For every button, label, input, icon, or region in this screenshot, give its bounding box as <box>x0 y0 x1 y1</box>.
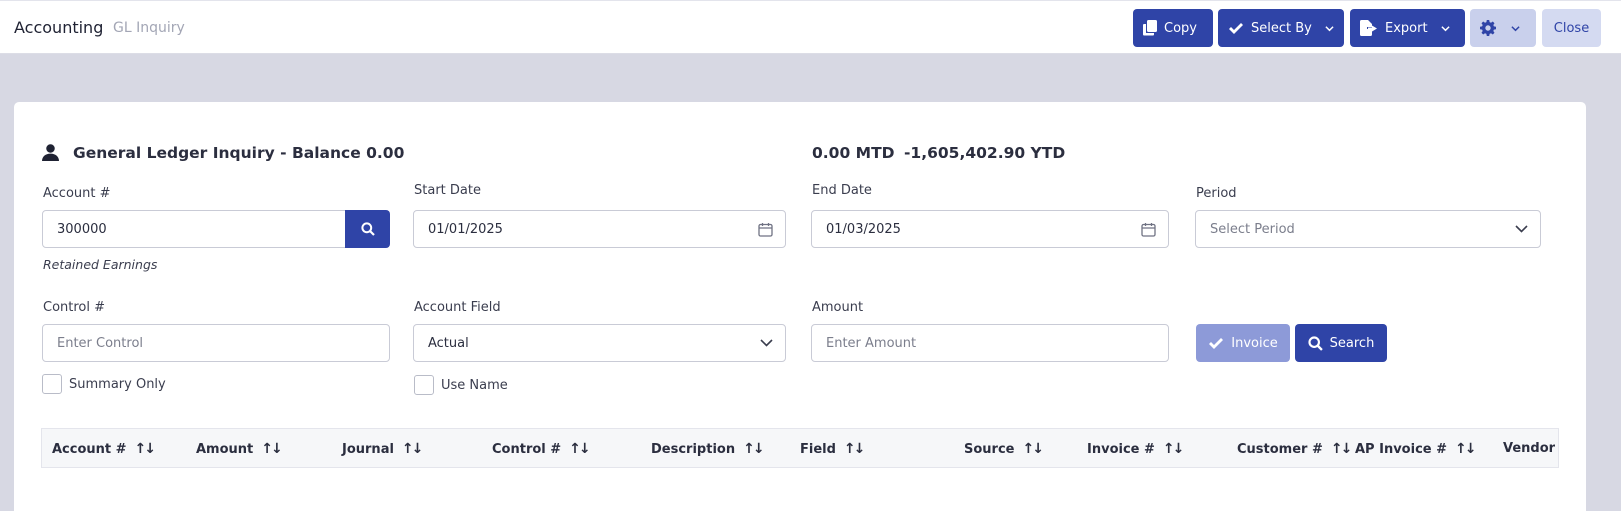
column-header-journal[interactable]: Journal ↑↓ <box>342 441 424 457</box>
amount-placeholder: Enter Amount <box>826 335 917 351</box>
column-header-amount[interactable]: Amount ↑↓ <box>196 441 283 457</box>
invoice-button[interactable]: Invoice <box>1196 324 1290 362</box>
sort-icon[interactable]: ↑↓ <box>743 441 765 457</box>
sort-icon[interactable]: ↑↓ <box>402 441 424 457</box>
search-icon <box>360 222 375 236</box>
sort-icon[interactable]: ↑↓ <box>1163 441 1185 457</box>
mtd-total: 0.00 MTD <box>812 144 895 162</box>
account-input[interactable]: 300000 <box>42 210 346 248</box>
period-placeholder: Select Period <box>1210 221 1295 237</box>
period-label: Period <box>1196 186 1237 201</box>
breadcrumb[interactable]: GL Inquiry <box>113 20 185 36</box>
period-select[interactable]: Select Period <box>1195 210 1541 248</box>
end-date-value: 01/03/2025 <box>826 221 901 237</box>
export-button[interactable]: Export <box>1350 9 1465 47</box>
control-label: Control # <box>43 300 106 315</box>
column-header-ap-invoice[interactable]: AP Invoice # ↑↓ <box>1355 441 1477 457</box>
amount-label: Amount <box>812 300 864 315</box>
user-icon <box>42 144 59 161</box>
sort-icon[interactable]: ↑↓ <box>1022 441 1044 457</box>
end-date-input[interactable]: 01/03/2025 <box>811 210 1169 248</box>
column-header-source[interactable]: Source ↑↓ <box>964 441 1044 457</box>
chevron-down-icon <box>1515 225 1528 233</box>
account-name: Retained Earnings <box>43 257 158 272</box>
end-date-label: End Date <box>812 183 872 198</box>
chevron-down-icon <box>1511 25 1520 31</box>
select-by-button[interactable]: Select By <box>1218 9 1344 47</box>
page-title: General Ledger Inquiry - Balance 0.00 <box>73 144 405 162</box>
use-name-label[interactable]: Use Name <box>441 378 508 393</box>
column-header-description[interactable]: Description ↑↓ <box>651 441 765 457</box>
start-date-input[interactable]: 01/01/2025 <box>413 210 786 248</box>
account-value: 300000 <box>57 221 107 237</box>
control-placeholder: Enter Control <box>57 335 144 351</box>
export-label: Export <box>1385 20 1428 36</box>
column-header-account[interactable]: Account # ↑↓ <box>52 441 157 457</box>
search-icon <box>1308 335 1323 351</box>
account-field-value: Actual <box>428 335 469 351</box>
start-date-value: 01/01/2025 <box>428 221 503 237</box>
sort-icon[interactable]: ↑↓ <box>569 441 591 457</box>
sort-icon[interactable]: ↑↓ <box>1455 441 1477 457</box>
top-bar: Accounting GL Inquiry Copy Select By Exp… <box>0 0 1621 54</box>
calendar-icon[interactable] <box>1141 222 1156 237</box>
use-name-checkbox[interactable] <box>414 375 434 395</box>
close-button[interactable]: Close <box>1542 9 1601 47</box>
summary-only-checkbox[interactable] <box>42 374 62 394</box>
account-label: Account # <box>43 186 111 201</box>
calendar-icon[interactable] <box>758 222 773 237</box>
check-icon <box>1229 22 1243 34</box>
copy-label: Copy <box>1164 20 1197 36</box>
ytd-total: -1,605,402.90 YTD <box>904 144 1066 162</box>
account-lookup-button[interactable] <box>345 210 390 248</box>
chevron-down-icon <box>1440 25 1450 31</box>
sort-icon[interactable]: ↑↓ <box>844 441 866 457</box>
control-input[interactable]: Enter Control <box>42 324 390 362</box>
account-field-label: Account Field <box>414 300 501 315</box>
check-icon <box>1209 337 1224 349</box>
summary-only-label[interactable]: Summary Only <box>69 377 166 392</box>
column-header-control[interactable]: Control # ↑↓ <box>492 441 591 457</box>
account-field-select[interactable]: Actual <box>413 324 786 362</box>
search-label: Search <box>1329 335 1375 351</box>
start-date-label: Start Date <box>414 183 481 198</box>
column-header-customer[interactable]: Customer # ↑↓ <box>1237 441 1353 457</box>
copy-button[interactable]: Copy <box>1133 9 1213 47</box>
column-header-vendor[interactable]: Vendor # <box>1503 441 1558 456</box>
column-header-field[interactable]: Field ↑↓ <box>800 441 866 457</box>
sort-icon[interactable]: ↑↓ <box>135 441 157 457</box>
copy-icon <box>1143 20 1157 36</box>
chevron-down-icon <box>760 339 773 347</box>
gear-icon <box>1480 20 1496 36</box>
column-header-invoice[interactable]: Invoice # ↑↓ <box>1087 441 1185 457</box>
settings-button[interactable] <box>1470 9 1536 47</box>
search-button[interactable]: Search <box>1295 324 1387 362</box>
results-table-header: Account # ↑↓ Amount ↑↓ Journal ↑↓ Control #… <box>41 428 1559 468</box>
chevron-down-icon <box>1325 25 1334 31</box>
app-title: Accounting <box>14 18 104 37</box>
select-by-label: Select By <box>1251 20 1312 36</box>
sort-icon[interactable]: ↑↓ <box>1331 441 1353 457</box>
sort-icon[interactable]: ↑↓ <box>261 441 283 457</box>
amount-input[interactable]: Enter Amount <box>811 324 1169 362</box>
file-export-icon <box>1360 20 1377 36</box>
invoice-label: Invoice <box>1231 335 1278 351</box>
